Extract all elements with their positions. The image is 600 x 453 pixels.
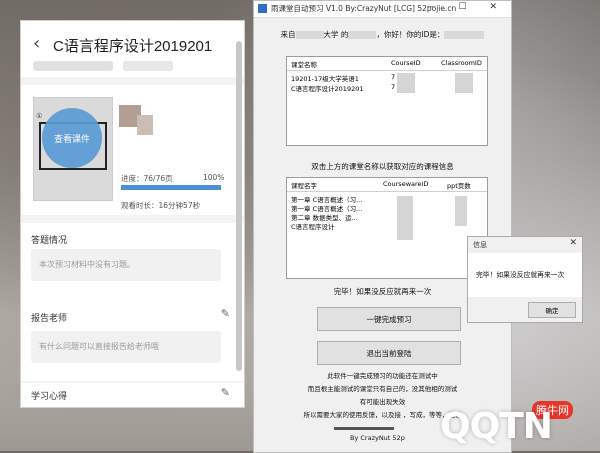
class-name: C语言程序设计2019201: [291, 85, 364, 93]
column-header: ppt页数: [447, 182, 471, 190]
ok-button[interactable]: 确定: [528, 302, 576, 318]
watch-time: 观看时长：16分钟57秒: [121, 201, 201, 210]
close-icon[interactable]: ✕: [569, 238, 577, 248]
blurred-pages: [455, 196, 467, 226]
view-courseware-button[interactable]: 查看课件: [42, 108, 102, 168]
dialog-message: 完毕！如果没反应就再来一次: [476, 271, 565, 279]
complete-preview-button[interactable]: 一键完成预习: [317, 307, 461, 331]
page-title: C语言程序设计2019201: [53, 38, 213, 55]
note-line: 而且根主能测试的课堂只有自己的，没其他相的测试: [307, 385, 458, 393]
app-icon: [258, 4, 267, 13]
section-title: 学习心得: [31, 392, 68, 402]
blurred-id: [397, 73, 415, 93]
report-placeholder: 有什么问题可以直接报告给老师哦: [39, 342, 159, 351]
column-header: CoursewareID: [383, 180, 429, 188]
footer-divider: [334, 427, 394, 430]
blurred-subtitle: [33, 61, 113, 71]
column-header: CourseID: [391, 59, 421, 67]
phone-header: ‹ C语言程序设计2019201: [21, 21, 244, 77]
auto-preview-window: 雨课堂自动预习 V1.0 By:CrazyNut [LCG] 52pojie.c…: [253, 0, 512, 453]
info-dialog: 信息 ✕ 完毕！如果没反应就再来一次 确定: [467, 236, 583, 323]
dialog-title: 信息: [473, 241, 487, 249]
note-line: 此软件一键完成预习的功能还在测试中: [327, 372, 438, 380]
blurred-name: [348, 31, 377, 39]
greet-prefix: 来自: [280, 30, 296, 39]
blurred-id: [444, 31, 485, 39]
report-section: 报告老师 ✎ 有什么问题可以直接报告给老师哦: [21, 299, 244, 381]
progress-bar: [121, 185, 221, 190]
mobile-course-panel: ‹ C语言程序设计2019201 ① 查看课件 进度：76/76页 100% 观…: [20, 20, 245, 408]
column-header: 课程名字: [291, 182, 317, 190]
greet-suffix: ，你好！你的ID是：: [376, 30, 445, 39]
blurred-id: [397, 196, 413, 240]
notes-section: 学习心得 ✎: [21, 383, 244, 407]
edit-icon[interactable]: ✎: [221, 307, 230, 320]
section-title: 答题情况: [31, 236, 68, 246]
courseware-table[interactable]: 课程名字 CoursewareID ppt页数 第一章 C语言概述（习... 第…: [286, 177, 488, 279]
dialog-body: 完毕！如果没反应就再来一次: [468, 253, 582, 297]
blurred-subtitle: [123, 61, 173, 71]
double-click-hint: 双击上方的课堂名称以获取对应的课程信息: [311, 162, 454, 171]
greet-mid: 大学 的: [323, 30, 349, 39]
section-title: 报告老师: [31, 314, 68, 324]
back-arrow-icon[interactable]: ‹: [33, 33, 40, 54]
course-id: 7: [391, 73, 396, 81]
blurred-school: [295, 31, 324, 39]
blurred-avatar: [137, 115, 153, 135]
window-controls[interactable]: — ☐ ✕: [427, 2, 507, 12]
courseware-name: C语言程序设计: [291, 223, 335, 231]
classroom-table[interactable]: 课堂名称 CourseID ClassroomID 19201-17级大学英语1…: [286, 56, 488, 146]
thumb-number: ①: [36, 112, 43, 120]
window-titlebar[interactable]: 雨课堂自动预习 V1.0 By:CrazyNut [LCG] 52pojie.c…: [254, 1, 511, 18]
column-header: 课堂名称: [291, 61, 317, 69]
watermark: 腾牛网 QQTN: [440, 396, 600, 451]
course-id: 7: [391, 83, 396, 91]
scrollbar[interactable]: [236, 41, 242, 371]
progress-percent: 100%: [203, 173, 225, 182]
greeting-line: 来自 大学 的 ，你好！你的ID是：: [254, 29, 511, 40]
footer-credit: By CrazyNut 52p: [350, 434, 405, 442]
logout-button[interactable]: 退出当前登陆: [317, 341, 461, 365]
report-input[interactable]: 有什么问题可以直接报告给老师哦: [31, 331, 221, 363]
progress-fill: [121, 185, 221, 190]
table-header: 课堂名称 CourseID ClassroomID: [287, 57, 487, 71]
table-header: 课程名字 CoursewareID ppt页数: [287, 178, 487, 192]
progress-label: 进度：76/76页: [121, 174, 173, 183]
answer-section: 答题情况 本次预习材料中没有习题。: [21, 223, 244, 303]
courseware-thumbnail[interactable]: ① 查看课件: [33, 97, 113, 201]
edit-icon[interactable]: ✎: [221, 386, 230, 399]
watermark-logo: QQTN: [440, 406, 553, 447]
column-header: ClassroomID: [441, 59, 482, 67]
answer-placeholder: 本次预习材料中没有习题。: [39, 260, 135, 269]
blurred-id: [455, 73, 473, 93]
course-card: ① 查看课件 进度：76/76页 100% 观看时长：16分钟57秒: [21, 85, 244, 215]
class-name: 19201-17级大学英语1: [291, 75, 359, 83]
answer-box: 本次预习材料中没有习题。: [31, 249, 221, 281]
